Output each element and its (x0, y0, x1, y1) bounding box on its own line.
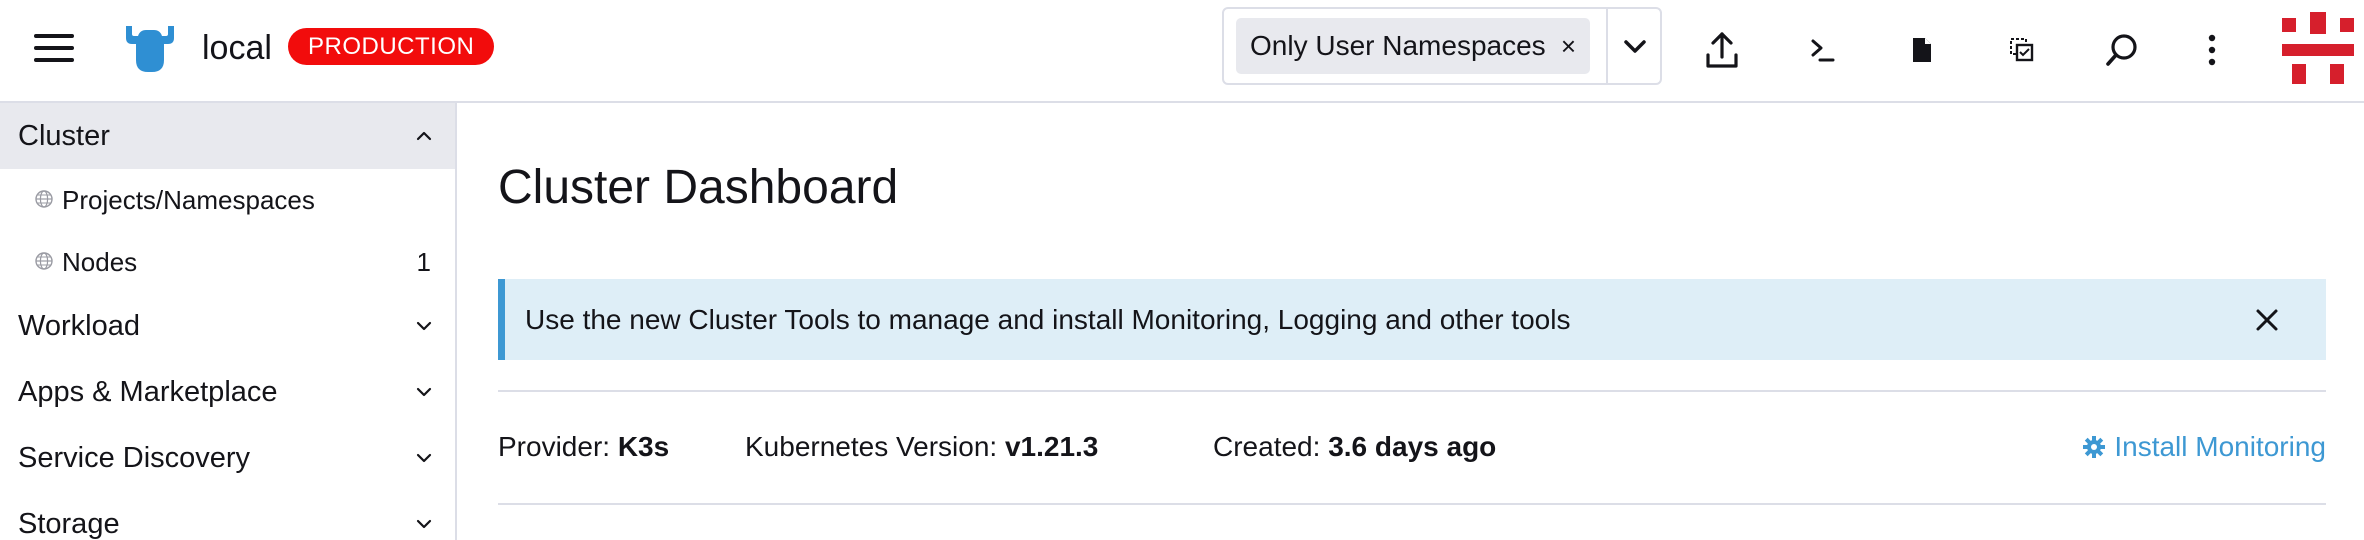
remove-namespace-chip-icon[interactable]: × (1561, 18, 1576, 74)
page-title: Cluster Dashboard (498, 161, 899, 214)
install-monitoring-link[interactable]: Install Monitoring (2082, 425, 2326, 469)
namespace-chip-label: Only User Namespaces (1250, 30, 1546, 61)
kubernetes-version-value: v1.21.3 (1004, 431, 1099, 462)
sidebar-item-projects-namespaces[interactable]: Projects/Namespaces (0, 169, 455, 231)
created-info: Created: 3.6 days ago (1213, 425, 1496, 469)
kubernetes-version-info: Kubernetes Version: v1.21.3 (745, 425, 1098, 469)
terminal-icon[interactable] (1798, 26, 1846, 74)
globe-icon (35, 190, 53, 208)
cluster-name: local (202, 29, 272, 67)
file-icon[interactable] (1898, 26, 1946, 74)
sidebar-item-label: Projects/Namespaces (62, 185, 315, 215)
kebab-icon[interactable] (2188, 26, 2236, 74)
chevron-down-icon (416, 387, 432, 397)
chevron-down-icon (416, 321, 432, 331)
sidebar-group-label: Storage (18, 508, 120, 540)
nodes-count: 1 (416, 247, 431, 277)
sidebar-group-label: Cluster (18, 120, 110, 152)
chevron-down-icon (416, 453, 432, 463)
provider-value: K3s (617, 431, 670, 462)
filter-divider (1606, 9, 1608, 83)
globe-icon (35, 252, 53, 270)
created-value: 3.6 days ago (1328, 431, 1497, 462)
close-icon[interactable] (2254, 307, 2280, 333)
banner-text: Use the new Cluster Tools to manage and … (525, 304, 1571, 335)
divider (498, 503, 2326, 505)
kubernetes-version-label: Kubernetes Version: (745, 431, 998, 462)
chevron-down-icon[interactable] (1616, 31, 1654, 63)
provider-info: Provider: K3s (498, 425, 669, 469)
cluster-tools-banner: Use the new Cluster Tools to manage and … (498, 279, 2326, 360)
side-navigation: Cluster Projects/Namespaces Nodes 1 Work… (0, 103, 457, 540)
main-content: Cluster Dashboard Use the new Cluster To… (459, 103, 2364, 540)
namespace-filter[interactable]: Only User Namespaces × (1222, 7, 1662, 85)
upload-icon[interactable] (1698, 26, 1746, 74)
chevron-up-icon (416, 131, 432, 141)
user-avatar[interactable] (2280, 12, 2356, 88)
rancher-cow-logo[interactable] (122, 24, 178, 74)
sidebar-group-workload[interactable]: Workload (0, 293, 455, 359)
sidebar-group-label: Workload (18, 310, 140, 342)
namespace-chip: Only User Namespaces × (1236, 18, 1590, 74)
environment-badge: PRODUCTION (288, 28, 495, 65)
sidebar-item-nodes[interactable]: Nodes 1 (0, 231, 455, 293)
sidebar-group-label: Apps & Marketplace (18, 376, 278, 408)
hamburger-menu-icon[interactable] (34, 34, 74, 64)
created-label: Created: (1213, 431, 1321, 462)
sidebar-item-label: Nodes (62, 247, 138, 277)
cluster-info-row: Provider: K3s Kubernetes Version: v1.21.… (498, 425, 2326, 469)
sidebar-group-apps-marketplace[interactable]: Apps & Marketplace (0, 359, 455, 425)
chevron-down-icon (416, 519, 432, 529)
install-monitoring-label: Install Monitoring (2114, 431, 2326, 462)
provider-label: Provider: (498, 431, 611, 462)
sidebar-group-storage[interactable]: Storage (0, 491, 455, 540)
search-icon[interactable] (2098, 26, 2146, 74)
sidebar-group-cluster[interactable]: Cluster (0, 103, 455, 169)
divider (498, 390, 2326, 392)
gear-icon (2083, 436, 2106, 458)
sidebar-group-service-discovery[interactable]: Service Discovery (0, 425, 455, 491)
sidebar-group-label: Service Discovery (18, 442, 251, 474)
top-header: local PRODUCTION Only User Namespaces × (0, 0, 2364, 103)
copy-icon[interactable] (1998, 26, 2046, 74)
